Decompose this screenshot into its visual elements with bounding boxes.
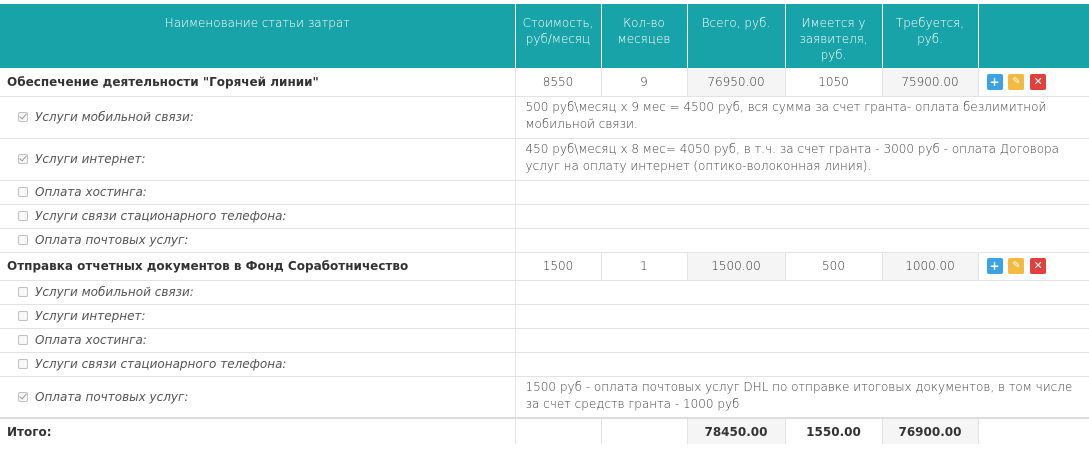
sub-item-row: Услуги интернет: 450 руб\месяц х 8 мес= … — [0, 138, 1089, 181]
cost-item-cost: 1500 — [515, 252, 602, 281]
checkbox[interactable] — [18, 211, 28, 221]
sub-item-row: Услуги мобильной связи: — [0, 280, 1089, 305]
totals-row: Итого: 78450.00 1550.00 76900.00 — [0, 417, 1089, 444]
close-icon: ✕ — [1033, 259, 1043, 272]
sub-item-label: Услуги интернет: — [35, 309, 146, 323]
sub-item-cell: Услуги мобильной связи: — [0, 96, 516, 139]
checkbox[interactable] — [18, 187, 28, 197]
cost-item-has: 500 — [785, 252, 883, 281]
sub-item-row: Оплата почтовых услуг: 1500 руб - оплата… — [0, 376, 1089, 419]
sub-item-description: 500 руб\месяц х 9 мес = 4500 руб, вся су… — [515, 96, 1089, 139]
sub-item-description: 1500 руб - оплата почтовых услуг DHL по … — [515, 376, 1089, 419]
checkbox[interactable] — [18, 311, 28, 321]
sub-item-row: Услуги интернет: — [0, 304, 1089, 329]
delete-button[interactable]: ✕ — [1030, 73, 1047, 90]
checkbox[interactable] — [18, 154, 28, 164]
cost-item-name: Отправка отчетных документов в Фонд Сора… — [0, 252, 516, 281]
row-actions: + ✎ ✕ — [978, 252, 1089, 281]
sub-item-description — [515, 280, 1089, 305]
checkbox[interactable] — [18, 287, 28, 297]
sub-item-cell: Услуги связи стационарного телефона: — [0, 352, 516, 377]
add-button[interactable]: + — [986, 258, 1003, 274]
totals-label: Итого: — [0, 417, 516, 444]
totals-empty-actions — [978, 417, 1089, 444]
sub-item-cell: Оплата почтовых услуг: — [0, 376, 516, 419]
cost-item-row: Отправка отчетных документов в Фонд Сора… — [0, 252, 1089, 281]
pencil-icon: ✎ — [1012, 75, 1021, 87]
cost-item-has: 1050 — [785, 68, 883, 97]
sub-item-cell: Услуги мобильной связи: — [0, 280, 516, 305]
cost-item-row: Обеспечение деятельности "Горячей линии"… — [0, 68, 1089, 97]
sub-item-label: Услуги связи стационарного телефона: — [35, 209, 287, 223]
sub-item-label: Услуги мобильной связи: — [35, 110, 194, 124]
checkbox[interactable] — [18, 235, 28, 245]
cost-item-months: 9 — [601, 68, 688, 97]
table-header: Наименование статьи затрат Стоимость, ру… — [0, 4, 1089, 68]
edit-button[interactable]: ✎ — [1008, 258, 1025, 274]
col-header-has: Имеется у заявителя, руб. — [785, 4, 883, 68]
sub-item-description — [515, 328, 1089, 353]
totals-empty-cost — [515, 417, 602, 444]
cost-item-need: 1000.00 — [882, 252, 979, 281]
plus-icon: + — [989, 74, 1000, 89]
col-header-name: Наименование статьи затрат — [0, 4, 516, 68]
col-header-months: Кол-во месяцев — [601, 4, 688, 68]
col-header-total: Всего, руб. — [687, 4, 786, 68]
sub-item-cell: Услуги интернет: — [0, 304, 516, 329]
sub-item-description — [515, 204, 1089, 229]
budget-table-panel: Наименование статьи затрат Стоимость, ру… — [0, 0, 1089, 461]
col-header-need: Требуется, руб. — [882, 4, 979, 68]
cost-item-cost: 8550 — [515, 68, 602, 97]
sub-item-row: Оплата почтовых услуг: — [0, 228, 1089, 253]
col-header-actions — [978, 4, 1089, 68]
sub-item-label: Услуги связи стационарного телефона: — [35, 357, 287, 371]
col-header-cost: Стоимость, руб/месяц — [515, 4, 602, 68]
cost-item-need: 75900.00 — [882, 68, 979, 97]
checkbox[interactable] — [18, 112, 28, 122]
sub-item-description — [515, 228, 1089, 253]
sub-item-description — [515, 304, 1089, 329]
plus-icon: + — [989, 259, 1000, 273]
close-icon: ✕ — [1033, 74, 1043, 88]
edit-button[interactable]: ✎ — [1008, 73, 1025, 90]
totals-total: 78450.00 — [687, 417, 786, 444]
sub-item-cell: Оплата почтовых услуг: — [0, 228, 516, 253]
sub-item-label: Услуги интернет: — [35, 152, 146, 166]
checkbox[interactable] — [18, 359, 28, 369]
cost-item-total: 76950.00 — [687, 68, 786, 97]
cost-item-months: 1 — [601, 252, 688, 281]
totals-need: 76900.00 — [882, 417, 979, 444]
sub-item-label: Оплата хостинга: — [35, 185, 147, 199]
sub-item-description — [515, 180, 1089, 205]
sub-item-row: Услуги связи стационарного телефона: — [0, 204, 1089, 229]
sub-item-label: Оплата почтовых услуг: — [35, 389, 189, 404]
sub-item-row: Услуги мобильной связи: 500 руб\месяц х … — [0, 96, 1089, 139]
sub-item-cell: Оплата хостинга: — [0, 180, 516, 205]
checkbox[interactable] — [18, 335, 28, 345]
sub-item-cell: Оплата хостинга: — [0, 328, 516, 353]
sub-item-row: Оплата хостинга: — [0, 180, 1089, 205]
sub-item-cell: Услуги связи стационарного телефона: — [0, 204, 516, 229]
pencil-icon: ✎ — [1012, 260, 1021, 271]
sub-item-label: Оплата хостинга: — [35, 333, 147, 347]
cost-item-name: Обеспечение деятельности "Горячей линии" — [0, 68, 516, 97]
totals-has: 1550.00 — [785, 417, 883, 444]
sub-item-row: Услуги связи стационарного телефона: — [0, 352, 1089, 377]
sub-item-description: 450 руб\месяц х 8 мес= 4050 руб, в т.ч. … — [515, 138, 1089, 181]
checkbox[interactable] — [18, 391, 28, 402]
sub-item-description — [515, 352, 1089, 377]
row-actions: + ✎ ✕ — [978, 68, 1089, 97]
delete-button[interactable]: ✕ — [1030, 258, 1047, 274]
sub-item-label: Оплата почтовых услуг: — [35, 233, 189, 247]
sub-item-row: Оплата хостинга: — [0, 328, 1089, 353]
sub-item-cell: Услуги интернет: — [0, 138, 516, 181]
add-button[interactable]: + — [986, 73, 1003, 90]
budget-table: Наименование статьи затрат Стоимость, ру… — [0, 4, 1089, 444]
totals-empty-months — [601, 417, 688, 444]
table-body: Обеспечение деятельности "Горячей линии"… — [0, 68, 1089, 444]
sub-item-label: Услуги мобильной связи: — [35, 285, 194, 299]
cost-item-total: 1500.00 — [687, 252, 786, 281]
